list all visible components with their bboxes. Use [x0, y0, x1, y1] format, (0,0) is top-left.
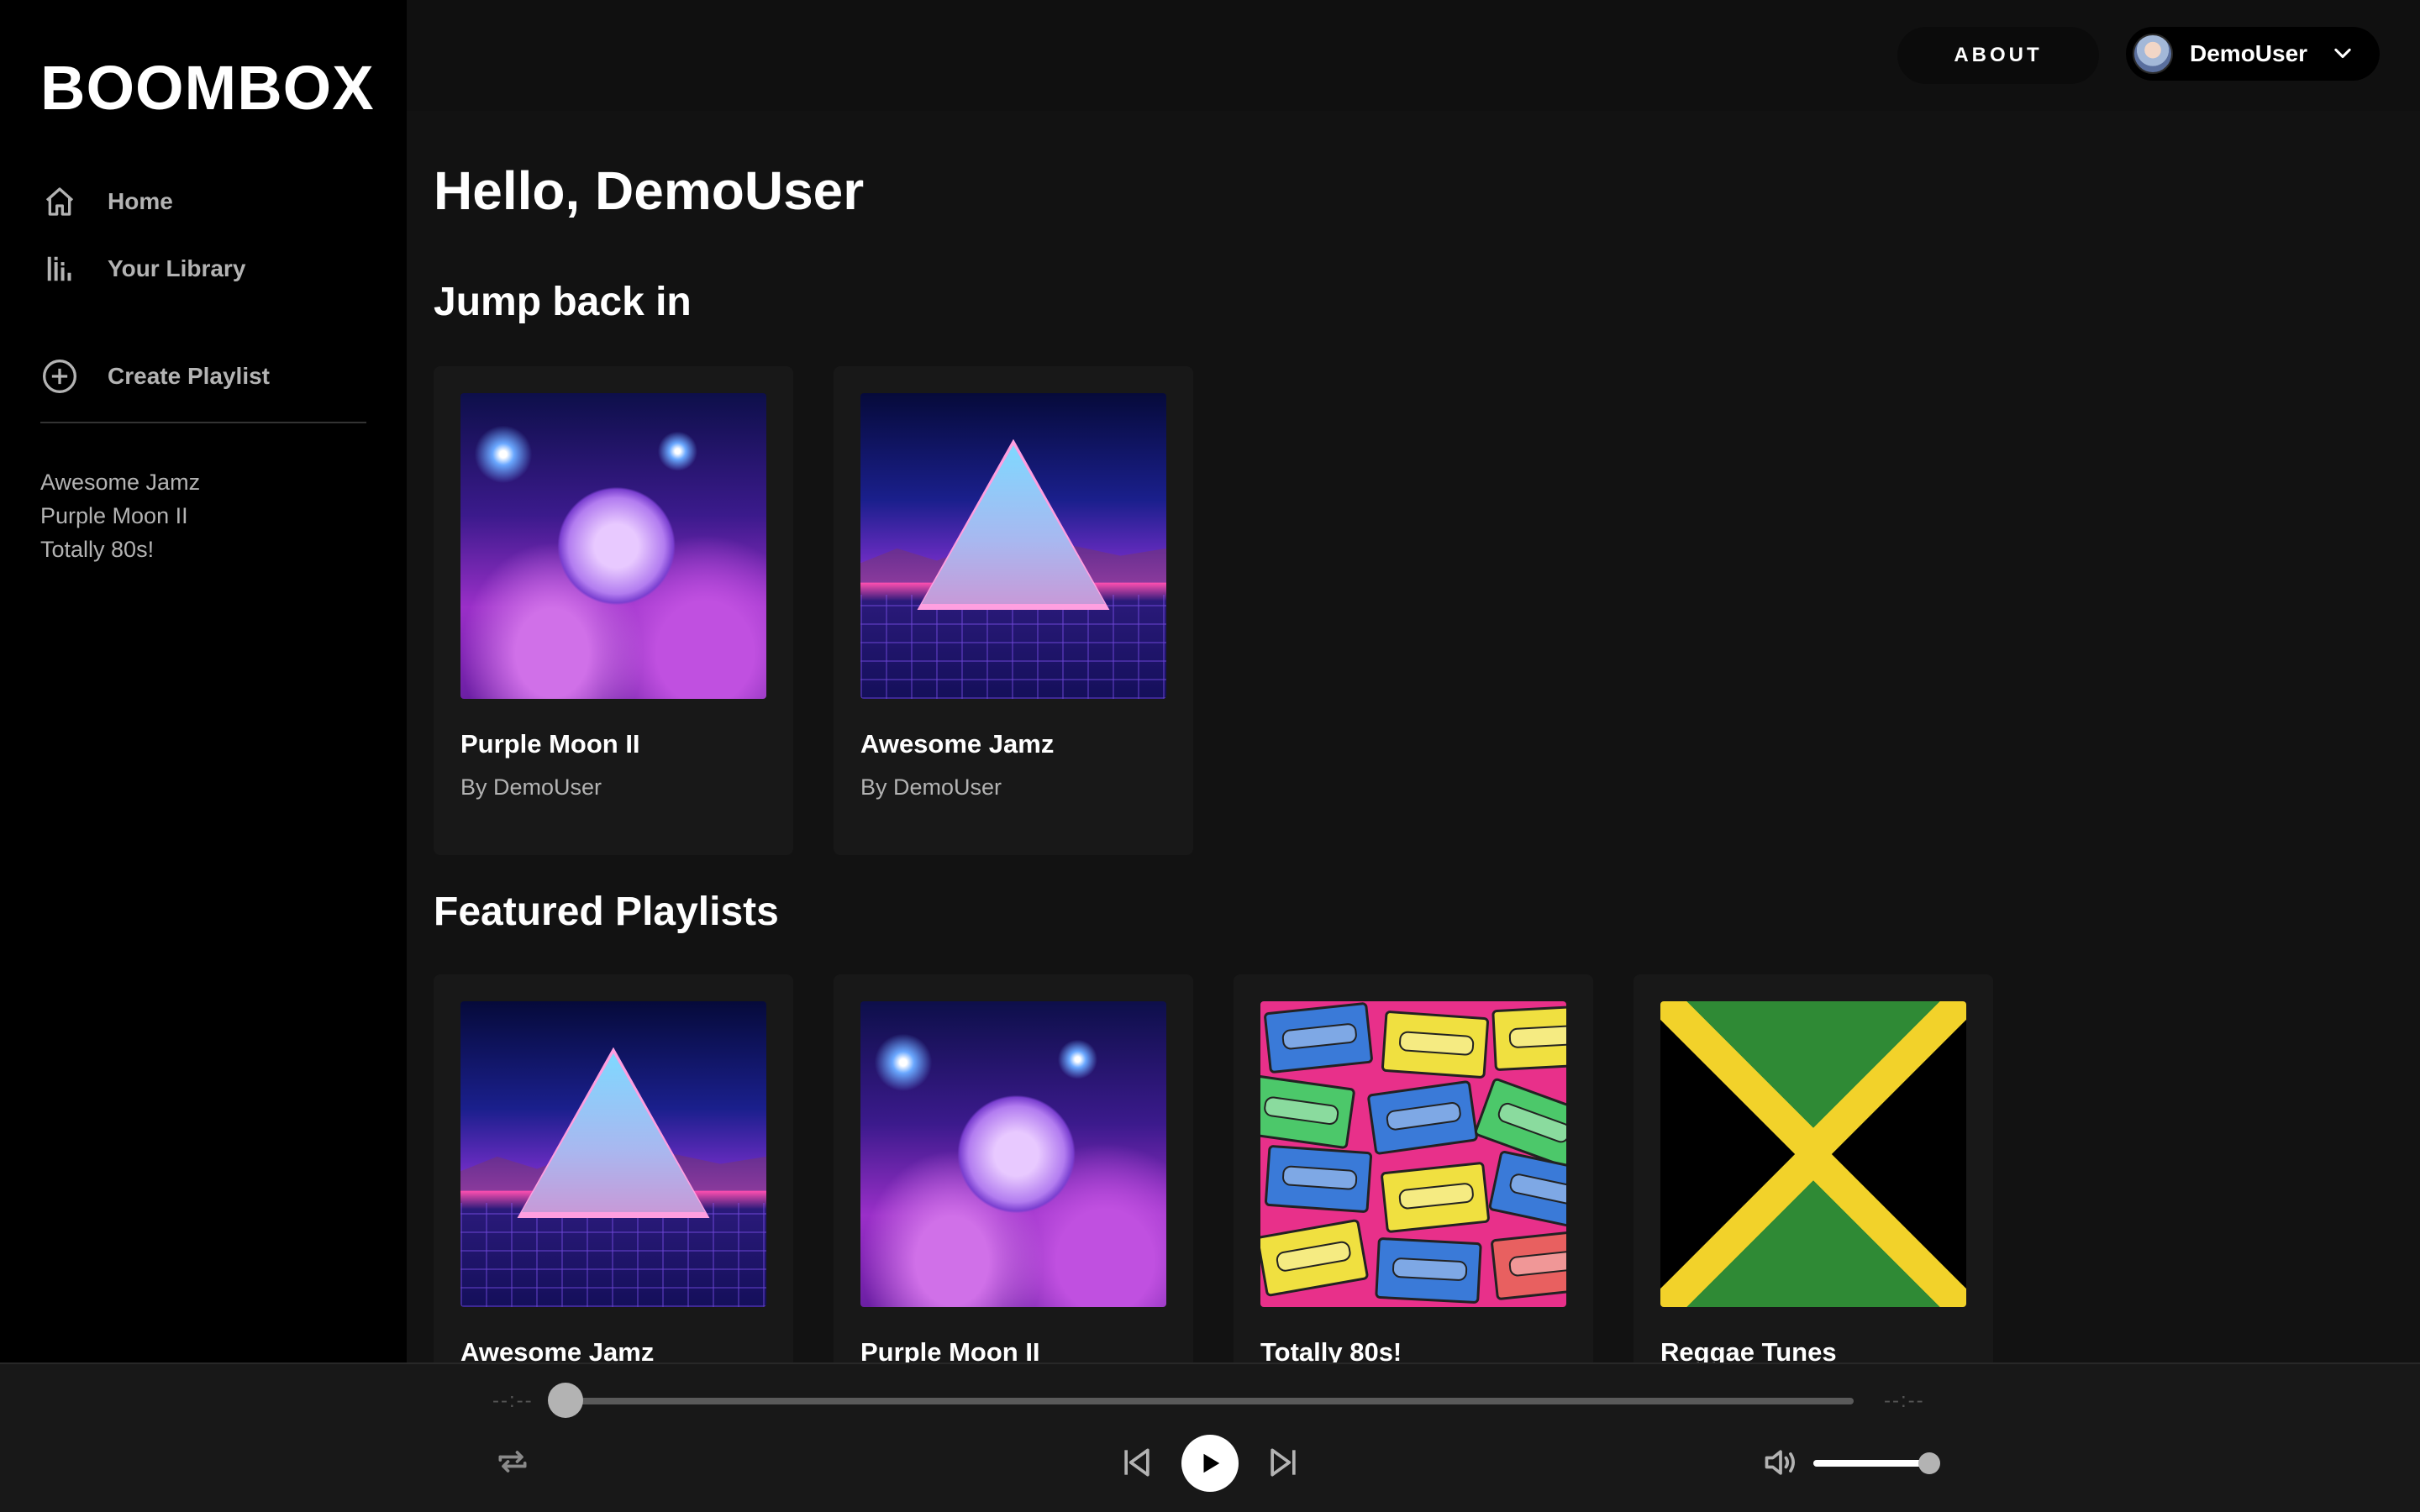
playlist-card-title: Awesome Jamz — [860, 729, 1055, 759]
top-bar: ABOUT DemoUser — [407, 0, 2420, 111]
playlist-card-title: Totally 80s! — [1260, 1337, 1402, 1362]
section-title-jump-back: Jump back in — [434, 280, 692, 324]
avatar — [2133, 34, 2173, 74]
sidebar-playlist-item[interactable]: Purple Moon II — [40, 499, 200, 533]
playlist-card[interactable]: Purple Moon II — [834, 974, 1193, 1362]
next-button[interactable] — [1262, 1441, 1304, 1483]
playlist-cover-image — [860, 1001, 1166, 1307]
playlist-card[interactable]: Awesome Jamz By DemoUser — [834, 366, 1193, 855]
playlist-card-title: Purple Moon II — [860, 1337, 1040, 1362]
sidebar-item-home[interactable]: Home — [40, 178, 173, 225]
playlist-card-title: Reggae Tunes — [1660, 1337, 1837, 1362]
sidebar-divider — [40, 422, 366, 423]
volume-icon — [1765, 1450, 1795, 1475]
playlist-cover-image — [860, 393, 1166, 699]
main-content: Hello, DemoUser Jump back in Purple Moon… — [407, 111, 2420, 1362]
repeat-button[interactable] — [491, 1440, 534, 1483]
player-bar: --:-- --:-- — [0, 1362, 2420, 1512]
user-menu-button[interactable]: DemoUser — [2126, 27, 2380, 81]
playlist-cover-image — [1260, 1001, 1566, 1307]
volume-level — [1813, 1460, 1929, 1467]
play-button[interactable] — [1181, 1435, 1239, 1492]
playlist-card-title: Purple Moon II — [460, 729, 640, 759]
play-icon — [1203, 1453, 1220, 1473]
create-playlist-button[interactable]: Create Playlist — [40, 353, 270, 400]
section-title-featured: Featured Playlists — [434, 890, 779, 934]
app-root: BOOMBOX Home Your Library Create Playlis… — [0, 0, 2420, 1512]
previous-button[interactable] — [1116, 1441, 1158, 1483]
app-logo[interactable]: BOOMBOX — [40, 52, 375, 123]
plus-circle-icon — [40, 357, 79, 396]
playlist-cover-image — [1660, 1001, 1966, 1307]
library-icon — [40, 249, 79, 288]
total-time: --:-- — [1884, 1389, 1925, 1412]
sidebar-playlist-item[interactable]: Totally 80s! — [40, 533, 200, 566]
home-icon — [40, 182, 79, 221]
current-time: --:-- — [492, 1389, 534, 1412]
playlist-card[interactable]: Reggae Tunes — [1634, 974, 1993, 1362]
playlist-cover-image — [460, 1001, 766, 1307]
about-button[interactable]: ABOUT — [1897, 27, 2099, 84]
playlist-cover-image — [460, 393, 766, 699]
sidebar-playlist-item[interactable]: Awesome Jamz — [40, 465, 200, 499]
playlist-card[interactable]: Purple Moon II By DemoUser — [434, 366, 793, 855]
sidebar-item-label: Create Playlist — [108, 363, 270, 389]
playlist-card[interactable]: Awesome Jamz — [434, 974, 793, 1362]
chevron-down-icon — [2334, 48, 2351, 59]
previous-icon — [1124, 1448, 1150, 1477]
sidebar: BOOMBOX Home Your Library Create Playlis… — [0, 0, 407, 1362]
next-icon — [1270, 1448, 1296, 1477]
playlist-card-owner: By DemoUser — [460, 774, 602, 800]
progress-handle[interactable] — [548, 1383, 583, 1418]
sidebar-playlist-list: Awesome Jamz Purple Moon II Totally 80s! — [40, 465, 200, 566]
playlist-card-title: Awesome Jamz — [460, 1337, 655, 1362]
sidebar-item-label: Your Library — [108, 255, 246, 281]
volume-slider[interactable] — [1813, 1452, 1940, 1474]
volume-handle[interactable] — [1918, 1452, 1940, 1474]
page-title: Hello, DemoUser — [434, 160, 865, 221]
mute-button[interactable] — [1760, 1441, 1802, 1483]
sidebar-item-library[interactable]: Your Library — [40, 245, 245, 292]
user-name: DemoUser — [2190, 40, 2308, 66]
sidebar-item-label: Home — [108, 188, 173, 214]
progress-bar[interactable] — [566, 1398, 1854, 1404]
repeat-icon — [498, 1451, 527, 1473]
playlist-card-owner: By DemoUser — [860, 774, 1002, 800]
playlist-card[interactable]: Totally 80s! — [1234, 974, 1593, 1362]
